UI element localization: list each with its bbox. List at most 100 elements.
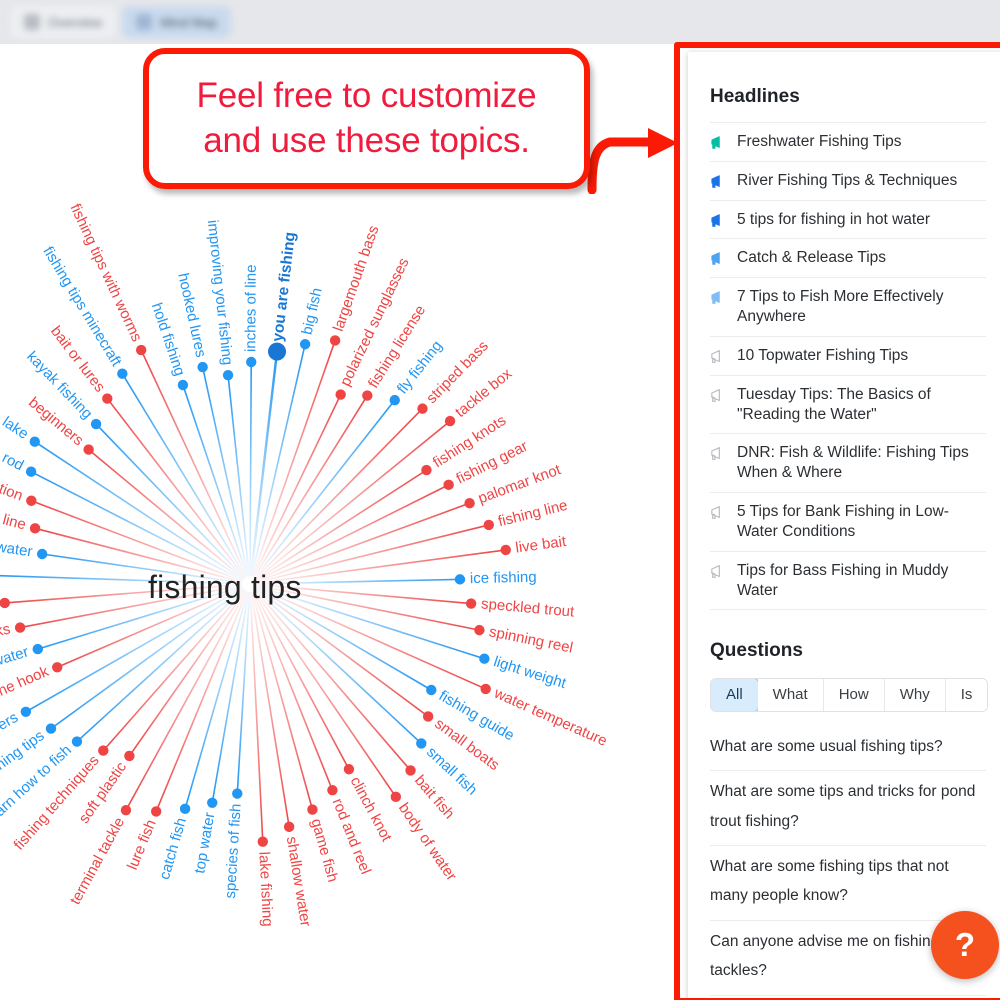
mindmap-node-label[interactable]: water (0, 643, 31, 670)
mindmap-node-dot[interactable] (299, 339, 311, 350)
mindmap-node-dot[interactable] (257, 836, 268, 847)
mindmap-node-dot[interactable] (329, 335, 341, 346)
headline-item[interactable]: DNR: Fish & Wildlife: Fishing Tips When … (710, 434, 986, 494)
mindmap-node-dot[interactable] (20, 706, 32, 717)
headline-item[interactable]: River Fishing Tips & Techniques (710, 162, 986, 201)
mindmap-node-dot[interactable] (222, 369, 234, 381)
mindmap-node-dot[interactable] (444, 415, 456, 427)
mindmap-node-dot[interactable] (307, 804, 318, 815)
mindmap-node-dot[interactable] (29, 523, 41, 534)
mindmap-node-dot[interactable] (177, 379, 189, 391)
mindmap-node-dot[interactable] (120, 805, 132, 816)
mindmap-node-label[interactable]: catch fish (156, 816, 190, 882)
headline-item[interactable]: Tuesday Tips: The Basics of "Reading the… (710, 376, 986, 435)
mindmap-node-label[interactable]: terminal tackle (67, 815, 128, 908)
mindmap-node-label[interactable]: fishing line (496, 497, 569, 531)
mindmap-node-dot[interactable] (283, 821, 295, 833)
mindmap-node-label[interactable]: game fish (307, 817, 341, 884)
mindmap-node-dot[interactable] (25, 466, 37, 477)
mindmap-node-dot[interactable] (390, 791, 402, 803)
headline-item[interactable]: Tips for Bass Fishing in Muddy Water (710, 552, 986, 611)
mindmap-node-dot[interactable] (426, 684, 437, 696)
mindmap-node-dot[interactable] (362, 390, 373, 401)
mindmap-node-dot[interactable] (135, 344, 147, 356)
mindmap-node-dot[interactable] (102, 393, 113, 404)
mindmap-node-dot[interactable] (389, 394, 400, 406)
mindmap-node-dot[interactable] (443, 479, 454, 491)
mindmap-node-dot[interactable] (454, 574, 466, 585)
mindmap-node-dot[interactable] (483, 519, 495, 531)
question-item[interactable]: What are some usual fishing tips? (710, 726, 986, 772)
headline-item[interactable]: 10 Topwater Fishing Tips (710, 337, 986, 376)
question-item[interactable]: What are some fishing tips that not many… (710, 846, 986, 921)
mindmap-node-label[interactable]: species of fish (222, 803, 245, 899)
headline-item[interactable]: 7 Tips to Fish More Effectively Anywhere (710, 278, 986, 337)
mindmap-node-dot[interactable] (32, 643, 43, 655)
mindmap-node-label[interactable]: spinning reel (488, 623, 575, 656)
mindmap-node-label[interactable]: improving your fishing (204, 219, 236, 366)
mindmap-node-dot[interactable] (232, 788, 243, 799)
headline-item[interactable]: 5 Tips for Bank Fishing in Low-Water Con… (710, 493, 986, 552)
mindmap-node-dot[interactable] (0, 597, 10, 609)
headline-item[interactable]: 5 tips for fishing in hot water (710, 201, 986, 240)
mindmap-node-dot[interactable] (117, 368, 128, 379)
mindmap-node-label[interactable]: braided line (0, 498, 28, 534)
mindmap-node-label[interactable]: inches of line (242, 264, 259, 352)
mindmap-node-label[interactable]: you are fishing (269, 231, 299, 342)
mindmap-node-label[interactable]: big fish (299, 286, 326, 336)
question-filter-how[interactable]: How (823, 679, 885, 711)
mindmap-node-label[interactable]: speckled trout (480, 595, 575, 620)
mindmap-node-dot[interactable] (474, 624, 485, 636)
mindmap-node-label[interactable]: deep water (0, 533, 34, 560)
mindmap-node-dot[interactable] (124, 750, 135, 762)
mindmap-node-label[interactable]: shallow water (283, 835, 314, 927)
headlines-list[interactable]: Freshwater Fishing Tips River Fishing Tip… (710, 122, 986, 611)
mindmap-node-label[interactable]: hold fishing (148, 301, 188, 378)
browser-tab-0[interactable]: Overview (10, 6, 117, 38)
results-panel[interactable]: Headlines Freshwater Fishing Tips River F… (688, 52, 1000, 1000)
mindmap-node-dot[interactable] (98, 745, 109, 756)
help-button[interactable]: ? (931, 911, 999, 979)
mindmap-node-dot[interactable] (246, 356, 257, 368)
mindmap-node-dot[interactable] (179, 803, 191, 815)
mindmap-node-dot[interactable] (335, 389, 346, 400)
mindmap-node-dot[interactable] (268, 342, 287, 361)
mindmap-node-dot[interactable] (36, 548, 48, 560)
mindmap-node-dot[interactable] (207, 797, 218, 808)
mindmap-node-dot[interactable] (327, 784, 338, 796)
mindmap-node-label[interactable]: hooks (0, 621, 12, 645)
question-item[interactable]: What are some tips and tricks for pond t… (710, 771, 986, 846)
mindmap-node-dot[interactable] (83, 444, 94, 455)
question-filter-what[interactable]: What (757, 679, 824, 711)
mindmap-node-dot[interactable] (421, 464, 432, 476)
mindmap-node-label[interactable]: live bait (514, 533, 567, 557)
mindmap-node-dot[interactable] (52, 662, 63, 673)
headline-item[interactable]: Catch & Release Tips (710, 239, 986, 279)
mindmap-node-label[interactable]: ice fishing (470, 569, 537, 587)
mindmap-node-label[interactable]: top water (191, 811, 218, 875)
mindmap-node-dot[interactable] (417, 403, 428, 414)
mindmap-node-dot[interactable] (29, 436, 40, 447)
mindmap-node-label[interactable]: fishing tips with worms (66, 201, 145, 344)
mindmap-node-label[interactable]: lure fish (124, 817, 160, 872)
mindmap-node-label[interactable]: lake (0, 413, 31, 442)
mindmap-node-dot[interactable] (464, 497, 475, 509)
browser-tab-1[interactable]: Mind Map (122, 6, 232, 38)
mindmap-node-dot[interactable] (14, 622, 26, 633)
mindmap-node-dot[interactable] (45, 723, 57, 734)
mindmap-node-dot[interactable] (90, 418, 102, 430)
mindmap-node-dot[interactable] (465, 598, 477, 609)
mindmap-node-dot[interactable] (26, 495, 37, 506)
question-filter-why[interactable]: Why (884, 679, 946, 711)
mindmap-node-dot[interactable] (422, 711, 434, 722)
question-filter-tabs[interactable]: All What How Why Is (710, 678, 989, 712)
mindmap-node-dot[interactable] (343, 764, 355, 775)
mindmap-node-label[interactable]: the hook (0, 663, 52, 702)
mindmap-node-dot[interactable] (479, 653, 490, 664)
mindmap-node-dot[interactable] (150, 806, 162, 817)
mindmap-node-dot[interactable] (416, 738, 427, 749)
question-filter-all[interactable]: All (711, 679, 759, 711)
mindmap-node-dot[interactable] (480, 683, 491, 695)
mindmap-node-dot[interactable] (500, 544, 511, 556)
headline-item[interactable]: Freshwater Fishing Tips (710, 122, 986, 162)
